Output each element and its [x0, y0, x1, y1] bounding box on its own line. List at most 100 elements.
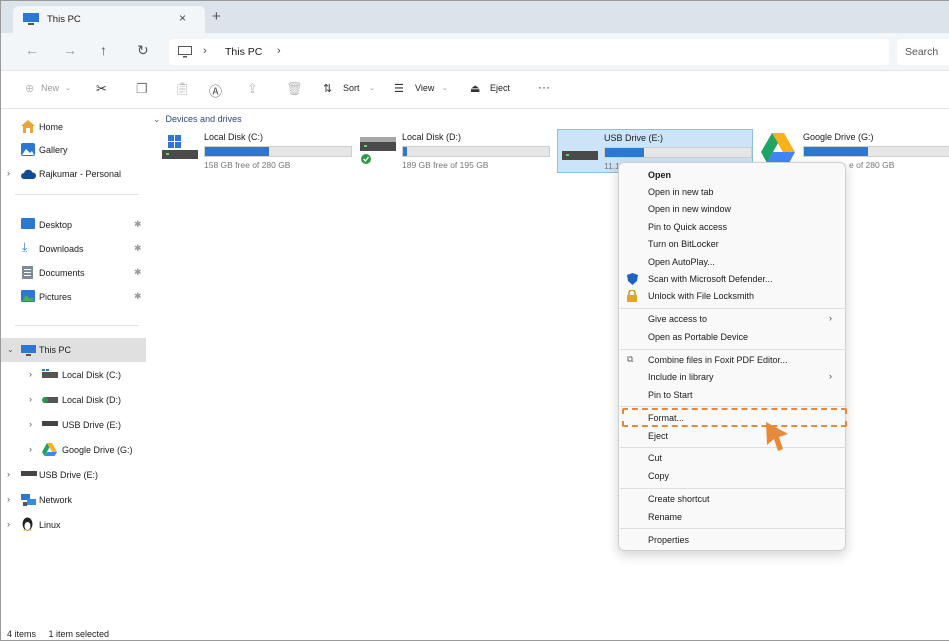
nav-label: Rajkumar - Personal: [39, 169, 122, 179]
chevron-right-icon[interactable]: ›: [29, 419, 32, 429]
chevron-right-icon[interactable]: ›: [29, 394, 32, 404]
address-field[interactable]: › This PC ›: [169, 39, 889, 65]
new-tab-icon[interactable]: +: [212, 8, 221, 25]
forward-icon[interactable]: →: [63, 42, 77, 58]
tab-this-pc[interactable]: This PC ×: [13, 6, 205, 33]
menu-item-pin-quick-access[interactable]: Pin to Quick access: [619, 219, 845, 236]
menu-item-autoplay[interactable]: Open AutoPlay...: [619, 254, 845, 271]
chevron-right-icon[interactable]: ›: [7, 168, 10, 178]
nav-item-linux[interactable]: › Linux: [1, 513, 146, 537]
nav-item-google-drive-g[interactable]: › Google Drive (G:): [1, 438, 146, 462]
chevron-down-icon[interactable]: ⌄: [65, 84, 71, 92]
drive-tile-c[interactable]: Local Disk (C:) 158 GB free of 280 GB: [158, 129, 354, 173]
drive-tile-d[interactable]: Local Disk (D:) 189 GB free of 195 GB: [356, 129, 552, 173]
chevron-right-icon[interactable]: ›: [7, 469, 10, 479]
chevron-right-icon[interactable]: ›: [29, 369, 32, 379]
new-plus-icon[interactable]: ⊕: [25, 82, 34, 95]
menu-item-pin-start[interactable]: Pin to Start: [619, 387, 845, 404]
menu-label: Open AutoPlay...: [648, 257, 715, 267]
nav-item-network[interactable]: › Network: [1, 488, 146, 512]
paste-icon[interactable]: 📋︎: [174, 81, 191, 97]
network-icon: [21, 494, 36, 506]
nav-item-gallery[interactable]: Gallery: [1, 138, 146, 162]
nav-item-this-pc[interactable]: ⌄ This PC: [1, 338, 146, 362]
nav-item-usb-drive-e-root[interactable]: › USB Drive (E:): [1, 463, 146, 487]
sort-icon[interactable]: ⇅: [323, 82, 332, 95]
rename-icon[interactable]: Ⓐ: [209, 81, 222, 100]
devices-group-header[interactable]: ⌄ Devices and drives: [153, 114, 242, 125]
nav-item-local-disk-c[interactable]: › Local Disk (C:): [1, 363, 146, 387]
eject-button[interactable]: Eject: [490, 83, 510, 93]
sort-button[interactable]: Sort: [343, 83, 360, 93]
menu-item-foxit[interactable]: ⧉ Combine files in Foxit PDF Editor...: [619, 352, 845, 369]
nav-item-pictures[interactable]: Pictures ✱: [1, 285, 146, 309]
view-button[interactable]: View: [415, 83, 434, 93]
chevron-right-icon[interactable]: ›: [277, 45, 281, 57]
menu-item-eject[interactable]: Eject: [619, 428, 845, 445]
menu-divider: [620, 406, 846, 407]
view-icon[interactable]: ☰: [394, 82, 404, 95]
format-highlight-box: [622, 408, 847, 427]
chevron-down-icon[interactable]: ⌄: [369, 84, 375, 92]
cut-icon[interactable]: ✂: [96, 81, 107, 97]
refresh-icon[interactable]: ↻: [137, 42, 149, 59]
nav-item-usb-drive-e[interactable]: › USB Drive (E:): [1, 413, 146, 437]
menu-divider: [620, 349, 846, 350]
menu-item-include-library[interactable]: Include in library ›: [619, 369, 845, 386]
google-drive-icon: [42, 443, 57, 456]
menu-item-file-locksmith[interactable]: Unlock with File Locksmith: [619, 288, 845, 305]
menu-label: Copy: [648, 471, 670, 481]
pin-icon: ✱: [134, 219, 142, 229]
new-button[interactable]: New: [41, 83, 59, 93]
more-options-button[interactable]: ···: [538, 80, 550, 94]
nav-divider: [15, 194, 139, 195]
nav-label: Linux: [39, 520, 61, 530]
file-explorer-window: This PC × + ← → ↑ ↻ › This PC › Search ⊕…: [0, 0, 949, 641]
hard-drive-icon: [360, 137, 396, 164]
up-icon[interactable]: ↑: [100, 42, 107, 58]
chevron-right-icon[interactable]: ›: [7, 519, 10, 529]
menu-label: Include in library: [648, 372, 714, 382]
eject-icon[interactable]: ⏏: [470, 82, 480, 95]
chevron-right-icon[interactable]: ›: [7, 494, 10, 504]
chevron-down-icon[interactable]: ⌄: [153, 114, 161, 124]
chevron-down-icon[interactable]: ⌄: [442, 84, 448, 92]
menu-item-defender[interactable]: Scan with Microsoft Defender...: [619, 271, 845, 288]
computer-icon: [23, 13, 39, 25]
chevron-down-icon[interactable]: ⌄: [7, 345, 14, 354]
menu-item-properties[interactable]: Properties: [619, 532, 845, 549]
drive-free-space: e of 280 GB: [849, 160, 895, 170]
nav-item-documents[interactable]: Documents ✱: [1, 261, 146, 285]
navigation-pane: Home Gallery › Rajkumar - Personal Deskt…: [1, 109, 149, 619]
back-icon[interactable]: ←: [25, 42, 39, 58]
breadcrumb-this-pc[interactable]: This PC: [225, 46, 262, 58]
nav-label: This PC: [39, 345, 72, 355]
menu-item-open-new-window[interactable]: Open in new window: [619, 201, 845, 218]
menu-item-create-shortcut[interactable]: Create shortcut: [619, 491, 845, 508]
search-input[interactable]: Search: [897, 39, 949, 65]
copy-icon[interactable]: ❐: [136, 81, 148, 97]
menu-item-cut[interactable]: Cut: [619, 450, 845, 467]
selection-count: 1 item selected: [48, 629, 110, 639]
drive-usage-fill: [403, 147, 408, 156]
nav-item-local-disk-d[interactable]: › Local Disk (D:): [1, 388, 146, 412]
nav-item-downloads[interactable]: ⤓ Downloads ✱: [1, 237, 146, 261]
menu-item-copy[interactable]: Copy: [619, 468, 845, 485]
menu-item-rename[interactable]: Rename: [619, 509, 845, 526]
share-icon[interactable]: ⇪: [247, 81, 258, 97]
nav-item-onedrive[interactable]: › Rajkumar - Personal: [1, 162, 146, 186]
usb-drive-icon: [562, 151, 598, 160]
delete-icon[interactable]: 🗑︎: [286, 81, 303, 97]
nav-item-desktop[interactable]: Desktop ✱: [1, 213, 146, 237]
nav-item-home[interactable]: Home: [1, 115, 146, 139]
menu-label: Open in new tab: [648, 187, 714, 197]
menu-item-portable-device[interactable]: Open as Portable Device: [619, 329, 845, 346]
chevron-right-icon[interactable]: ›: [203, 45, 207, 57]
chevron-right-icon: ›: [829, 313, 832, 323]
menu-item-bitlocker[interactable]: Turn on BitLocker: [619, 236, 845, 253]
menu-item-open-new-tab[interactable]: Open in new tab: [619, 184, 845, 201]
menu-item-open[interactable]: Open: [619, 167, 845, 184]
menu-item-give-access[interactable]: Give access to ›: [619, 311, 845, 328]
close-tab-icon[interactable]: ×: [179, 11, 186, 25]
chevron-right-icon[interactable]: ›: [29, 444, 32, 454]
